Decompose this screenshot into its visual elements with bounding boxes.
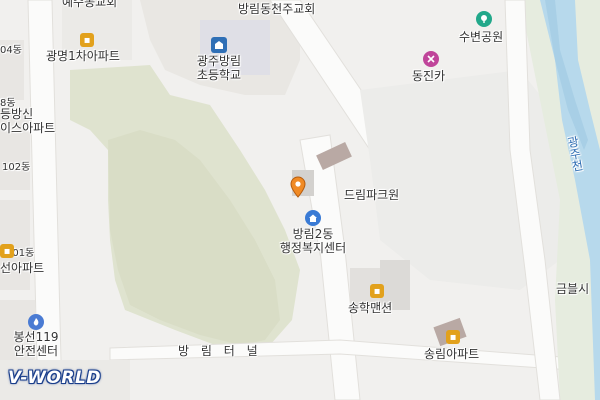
apartment-icon[interactable]: ▪: [0, 244, 14, 258]
label-bongseon-119[interactable]: 봉선119 안전센터: [14, 330, 59, 359]
label-namgsin: 등방신: [0, 107, 34, 121]
label-welfare-center[interactable]: 방림2동 행정복지센터: [280, 227, 346, 256]
public-office-icon[interactable]: [305, 210, 321, 226]
label-gwangmyeong-apt[interactable]: 광명1차아파트: [46, 49, 120, 64]
label-school[interactable]: 광주방림 초등학교: [197, 54, 241, 83]
label-bangnim-tunnel[interactable]: 방 림 터 널: [178, 344, 262, 359]
label-bldg-04: 04동: [0, 45, 22, 56]
park-icon[interactable]: [476, 11, 492, 27]
map-view[interactable]: 예수동교회 ▪ 광명1차아파트 04동 8동 등방신 이스아파트 102동 10…: [0, 0, 600, 400]
label-geumbeol[interactable]: 금블시: [556, 282, 589, 297]
label-subyeon-park[interactable]: 수변공원: [459, 30, 503, 45]
label-bangnim-dongcheon-church[interactable]: 방림동천주교회: [238, 2, 315, 17]
fire-station-icon[interactable]: [28, 314, 44, 330]
label-donjin-car[interactable]: 동진카: [412, 69, 445, 84]
label-songhak-mansion[interactable]: 송학맨션: [348, 301, 392, 316]
label-yesu-church[interactable]: 예수동교회: [62, 0, 117, 10]
school-icon[interactable]: [211, 37, 227, 53]
label-seon-apt[interactable]: 선아파트: [0, 261, 44, 276]
label-songnim-apt[interactable]: 송림아파트: [424, 347, 479, 362]
label-isu-apt[interactable]: 이스아파트: [0, 121, 55, 136]
label-dream-park-one[interactable]: 드림파크원: [344, 188, 399, 203]
apartment-icon[interactable]: ▪: [80, 33, 94, 47]
apartment-icon[interactable]: ▪: [370, 284, 384, 298]
vworld-logo: V-WORLD: [8, 368, 101, 388]
car-repair-icon[interactable]: [423, 51, 439, 67]
apartment-icon[interactable]: ▪: [446, 330, 460, 344]
label-bldg-102: 102동: [2, 162, 31, 173]
location-marker-icon[interactable]: [289, 176, 307, 198]
